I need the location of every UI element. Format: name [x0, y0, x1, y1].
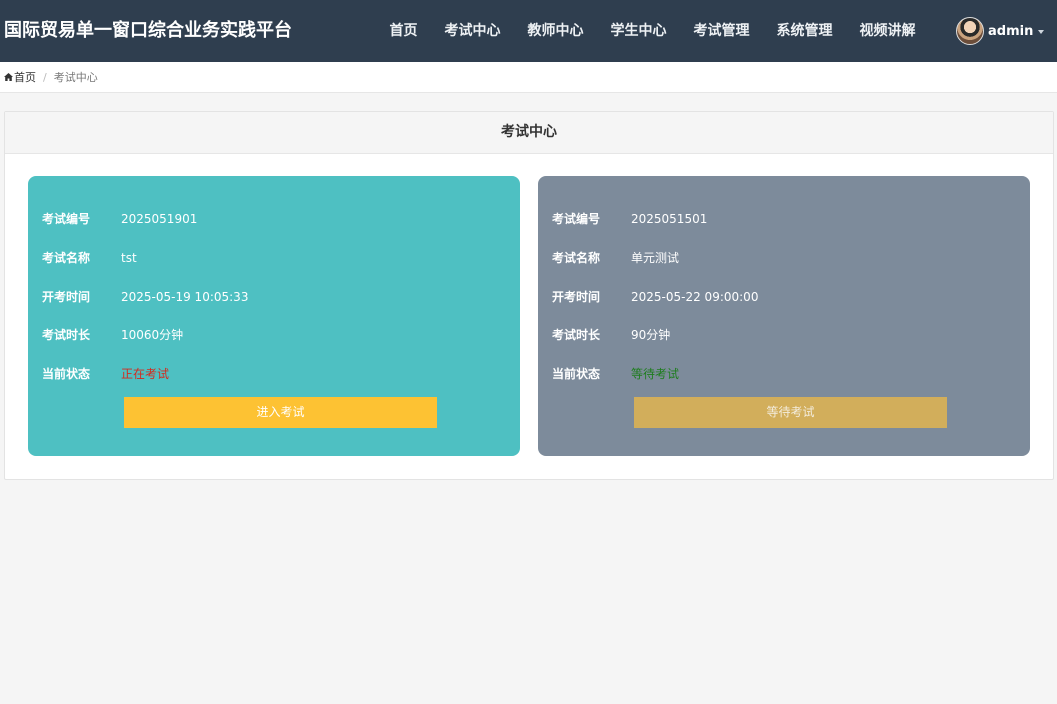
home-icon [4, 73, 13, 81]
exam-start-row: 开考时间 2025-05-19 10:05:33 [42, 287, 248, 307]
exam-name-label: 考试名称 [552, 251, 601, 265]
avatar[interactable] [956, 17, 984, 45]
panel-title: 考试中心 [5, 112, 1053, 154]
exam-status-row: 当前状态 正在考试 [42, 364, 169, 384]
exam-code-label: 考试编号 [552, 212, 601, 226]
exam-code-value: 2025051901 [121, 212, 198, 226]
exam-name-row: 考试名称 单元测试 [552, 248, 679, 268]
exam-duration-label: 考试时长 [42, 328, 91, 342]
exam-name-label: 考试名称 [42, 251, 91, 265]
nav-item-exam-center[interactable]: 考试中心 [431, 0, 514, 62]
top-navbar: 国际贸易单一窗口综合业务实践平台 首页 考试中心 教师中心 学生中心 考试管理 … [0, 0, 1057, 62]
exam-card: 考试编号 2025051901 考试名称 tst 开考时间 2025-05-19… [28, 176, 520, 456]
exam-status-label: 当前状态 [552, 367, 601, 381]
exam-duration-row: 考试时长 10060分钟 [42, 325, 183, 345]
waiting-exam-button[interactable]: 等待考试 [634, 397, 947, 428]
exam-start-value: 2025-05-22 09:00:00 [631, 290, 759, 304]
nav-item-system-management[interactable]: 系统管理 [763, 0, 846, 62]
exam-duration-value: 10060分钟 [121, 328, 184, 342]
main-nav: 首页 考试中心 教师中心 学生中心 考试管理 系统管理 视频讲解 [376, 0, 929, 62]
exam-name-row: 考试名称 tst [42, 248, 137, 268]
exam-center-panel: 考试中心 考试编号 2025051901 考试名称 tst 开考时间 2025-… [4, 111, 1054, 480]
exam-card: 考试编号 2025051501 考试名称 单元测试 开考时间 2025-05-2… [538, 176, 1030, 456]
exam-start-label: 开考时间 [42, 290, 91, 304]
exam-code-row: 考试编号 2025051901 [42, 209, 197, 229]
user-name[interactable]: admin [988, 24, 1033, 39]
nav-item-video-tutorials[interactable]: 视频讲解 [846, 0, 929, 62]
user-menu[interactable]: admin [956, 16, 1045, 46]
exam-code-label: 考试编号 [42, 212, 91, 226]
exam-duration-label: 考试时长 [552, 328, 601, 342]
enter-exam-button[interactable]: 进入考试 [124, 397, 437, 428]
nav-item-student-center[interactable]: 学生中心 [597, 0, 680, 62]
exam-status-row: 当前状态 等待考试 [552, 364, 679, 384]
caret-down-icon[interactable] [1038, 30, 1045, 34]
breadcrumb: 首页 / 考试中心 [0, 62, 1057, 93]
exam-start-value: 2025-05-19 10:05:33 [121, 290, 249, 304]
exam-duration-value: 90分钟 [631, 328, 671, 342]
exam-status-label: 当前状态 [42, 367, 91, 381]
nav-item-home[interactable]: 首页 [376, 0, 431, 62]
exam-status-value: 正在考试 [121, 367, 170, 381]
breadcrumb-home-link[interactable]: 首页 [14, 69, 36, 85]
app-title[interactable]: 国际贸易单一窗口综合业务实践平台 [4, 17, 292, 45]
exam-start-row: 开考时间 2025-05-22 09:00:00 [552, 287, 758, 307]
exam-status-value: 等待考试 [631, 367, 680, 381]
exam-code-row: 考试编号 2025051501 [552, 209, 707, 229]
exam-name-value: tst [121, 251, 137, 265]
nav-item-teacher-center[interactable]: 教师中心 [514, 0, 597, 62]
exam-name-value: 单元测试 [631, 251, 680, 265]
breadcrumb-separator: / [43, 70, 47, 84]
nav-item-exam-management[interactable]: 考试管理 [680, 0, 763, 62]
exam-code-value: 2025051501 [631, 212, 708, 226]
breadcrumb-current: 考试中心 [53, 71, 98, 84]
exam-duration-row: 考试时长 90分钟 [552, 325, 670, 345]
exam-start-label: 开考时间 [552, 290, 601, 304]
